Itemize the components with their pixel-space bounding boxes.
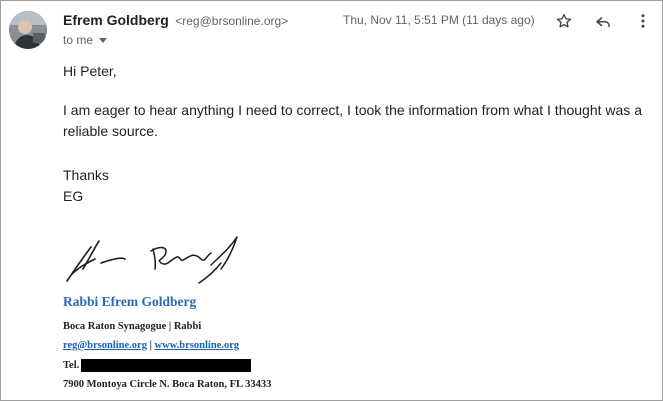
- closing-text: Thanks: [63, 167, 109, 183]
- signature-email-link[interactable]: reg@brsonline.org: [63, 340, 147, 351]
- reply-icon: [596, 17, 610, 27]
- signature-website-link[interactable]: www.brsonline.org: [155, 340, 240, 351]
- message-date: Thu, Nov 11, 5:51 PM (11 days ago): [343, 13, 535, 27]
- signature-organization: Boca Raton Synagogue | Rabbi: [63, 321, 202, 332]
- star-button[interactable]: [552, 9, 576, 33]
- reply-button[interactable]: [591, 9, 615, 33]
- more-vert-icon: [641, 14, 645, 28]
- redacted-phone-block: [81, 359, 252, 372]
- star-icon: [556, 13, 572, 28]
- more-options-button[interactable]: [631, 9, 655, 33]
- handwritten-signature-image: [66, 236, 238, 284]
- greeting-text: Hi Peter,: [63, 63, 117, 79]
- signature-address: 7900 Montoya Circle N. Boca Raton, FL 33…: [63, 379, 272, 390]
- sender-line: Efrem Goldberg <reg@brsonline.org>: [63, 12, 288, 30]
- signature-links: reg@brsonline.org | www.brsonline.org: [63, 340, 239, 351]
- signature-phone: Tel.: [63, 359, 252, 372]
- body-paragraph: I am eager to hear anything I need to co…: [63, 102, 642, 139]
- signature-separator: |: [149, 340, 152, 351]
- sender-name[interactable]: Efrem Goldberg: [63, 12, 169, 28]
- recipient-details[interactable]: to me: [63, 33, 108, 47]
- phone-label: Tel.: [63, 360, 80, 371]
- sender-email: <reg@brsonline.org>: [175, 14, 289, 28]
- email-message: Efrem Goldberg <reg@brsonline.org> to me…: [0, 0, 663, 401]
- initials-text: EG: [63, 188, 84, 204]
- signature-name: Rabbi Efrem Goldberg: [63, 294, 197, 309]
- avatar-photo: [9, 11, 47, 49]
- to-label: to me: [63, 33, 94, 47]
- chevron-down-icon[interactable]: [99, 37, 108, 43]
- closing-block: Thanks EG: [63, 165, 109, 207]
- avatar[interactable]: [9, 11, 47, 49]
